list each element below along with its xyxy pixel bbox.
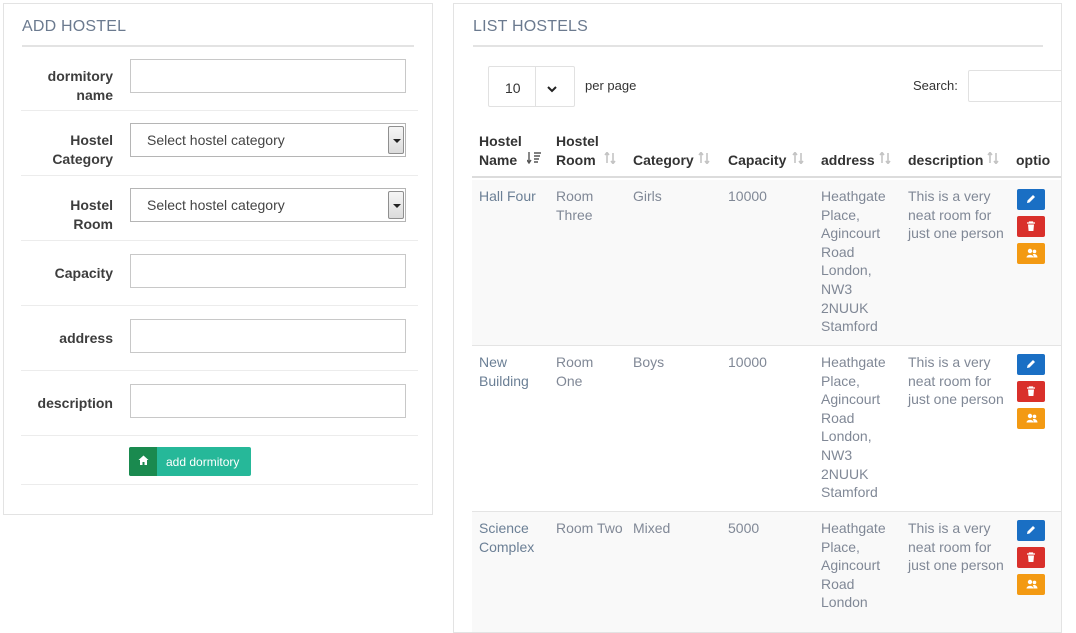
trash-icon xyxy=(1027,552,1035,562)
list-hostels-panel: LIST HOSTELS 10 per page Search: Hostel N… xyxy=(453,3,1062,633)
hostel-category-label: Hostel Category xyxy=(52,132,113,167)
sort-desc-icon[interactable] xyxy=(527,152,541,164)
table-header: Hostel Name Hostel Room Category Capacity … xyxy=(472,124,1061,178)
page-length-select[interactable]: 10 xyxy=(488,66,575,107)
cell-capacity: 5000 xyxy=(728,520,760,536)
cell-hostel-name: Hall Four xyxy=(479,188,536,204)
delete-button[interactable] xyxy=(1017,216,1045,237)
trash-icon xyxy=(1027,386,1035,396)
cell-hostel-room: Room One xyxy=(556,354,594,389)
cell-description: This is a very neat room for just one pers… xyxy=(908,354,1004,408)
hostel-room-label: Hostel Room xyxy=(70,197,113,232)
address-input[interactable] xyxy=(130,319,406,353)
form-row-hostel-category: Hostel Category Select hostel category xyxy=(21,111,418,176)
description-label: description xyxy=(37,395,113,411)
cell-capacity: 10000 xyxy=(728,188,767,204)
column-hostel-name[interactable]: Hostel Name xyxy=(479,132,522,170)
cell-category: Boys xyxy=(633,354,665,370)
cell-description: This is a very neat room for just one pers… xyxy=(908,520,1004,574)
capacity-input[interactable] xyxy=(130,254,406,288)
per-page-label: per page xyxy=(585,78,637,93)
cell-category: Mixed xyxy=(633,520,671,536)
hostel-room-select[interactable]: Select hostel category xyxy=(130,188,406,222)
pencil-icon xyxy=(1027,195,1035,203)
edit-button[interactable] xyxy=(1017,354,1045,375)
delete-button[interactable] xyxy=(1017,381,1045,402)
add-hostel-panel: ADD HOSTEL dormitory name Hostel Category … xyxy=(3,3,433,515)
edit-button[interactable] xyxy=(1017,189,1045,210)
assign-users-button[interactable] xyxy=(1017,243,1045,264)
form-row-capacity: Capacity xyxy=(21,241,418,306)
cell-hostel-name: Science Complex xyxy=(479,520,535,555)
column-category[interactable]: Category xyxy=(633,151,694,170)
column-options: optio xyxy=(1016,152,1051,168)
form-row-hostel-room: Hostel Room Select hostel category xyxy=(21,176,418,241)
table-row: Hall Four Room Three Girls 10000 Heathgat… xyxy=(472,180,1061,346)
column-description[interactable]: description xyxy=(908,151,983,170)
sort-icon[interactable] xyxy=(987,152,999,164)
users-icon xyxy=(1026,579,1038,589)
list-hostels-title: LIST HOSTELS xyxy=(473,4,1043,47)
dormitory-name-label: dormitory name xyxy=(47,68,113,103)
search-label: Search: xyxy=(913,78,958,93)
cell-hostel-room: Room Three xyxy=(556,188,594,223)
users-icon xyxy=(1026,248,1038,258)
sort-icon[interactable] xyxy=(792,152,804,164)
dormitory-name-input[interactable] xyxy=(130,59,406,93)
select-arrow-icon[interactable] xyxy=(388,191,404,219)
chevron-down-icon[interactable] xyxy=(547,80,557,96)
column-capacity[interactable]: Capacity xyxy=(728,151,786,170)
capacity-label: Capacity xyxy=(54,265,113,281)
cell-hostel-room: Room Two xyxy=(556,520,623,536)
assign-users-button[interactable] xyxy=(1017,408,1045,429)
sort-icon[interactable] xyxy=(604,152,616,164)
add-hostel-title: ADD HOSTEL xyxy=(22,4,414,47)
home-icon xyxy=(129,447,157,476)
cell-address: Heathgate Place, Agincourt Road London, NW3 2N… xyxy=(821,354,886,501)
cell-address: Heathgate Place, Agincourt Road London, NW3 2N… xyxy=(821,188,886,335)
select-arrow-icon[interactable] xyxy=(388,126,404,154)
cell-description: This is a very neat room for just one pers… xyxy=(908,188,1004,242)
form-row-description: description xyxy=(21,371,418,436)
cell-capacity: 10000 xyxy=(728,354,767,370)
trash-icon xyxy=(1027,221,1035,231)
cell-hostel-name: New Building xyxy=(479,354,529,389)
form-row-address: address xyxy=(21,306,418,371)
sort-icon[interactable] xyxy=(698,152,710,164)
add-dormitory-button[interactable]: add dormitory xyxy=(129,447,251,476)
page-length-value: 10 xyxy=(505,80,521,96)
assign-users-button[interactable] xyxy=(1017,574,1045,595)
table-row: New Building Room One Boys 10000 Heathgate… xyxy=(472,346,1061,512)
form-divider xyxy=(21,484,418,485)
cell-category: Girls xyxy=(633,188,662,204)
hostel-category-selected: Select hostel category xyxy=(147,132,285,148)
delete-button[interactable] xyxy=(1017,547,1045,568)
table-row: Science Complex Room Two Mixed 5000 Heath… xyxy=(472,512,1061,632)
add-dormitory-label: add dormitory xyxy=(166,455,240,469)
address-label: address xyxy=(59,330,113,346)
select-divider xyxy=(535,67,536,106)
form-row-dormitory-name: dormitory name xyxy=(21,47,418,111)
hostel-category-select[interactable]: Select hostel category xyxy=(130,123,406,157)
edit-button[interactable] xyxy=(1017,520,1045,541)
search-input[interactable] xyxy=(968,70,1061,102)
pencil-icon xyxy=(1027,360,1035,368)
description-input[interactable] xyxy=(130,384,406,418)
column-hostel-room[interactable]: Hostel Room xyxy=(556,132,599,170)
hostel-room-selected: Select hostel category xyxy=(147,197,285,213)
users-icon xyxy=(1026,413,1038,423)
sort-icon[interactable] xyxy=(879,152,891,164)
cell-address: Heathgate Place, Agincourt Road London xyxy=(821,520,886,611)
column-address[interactable]: address xyxy=(821,151,875,170)
pencil-icon xyxy=(1027,526,1035,534)
